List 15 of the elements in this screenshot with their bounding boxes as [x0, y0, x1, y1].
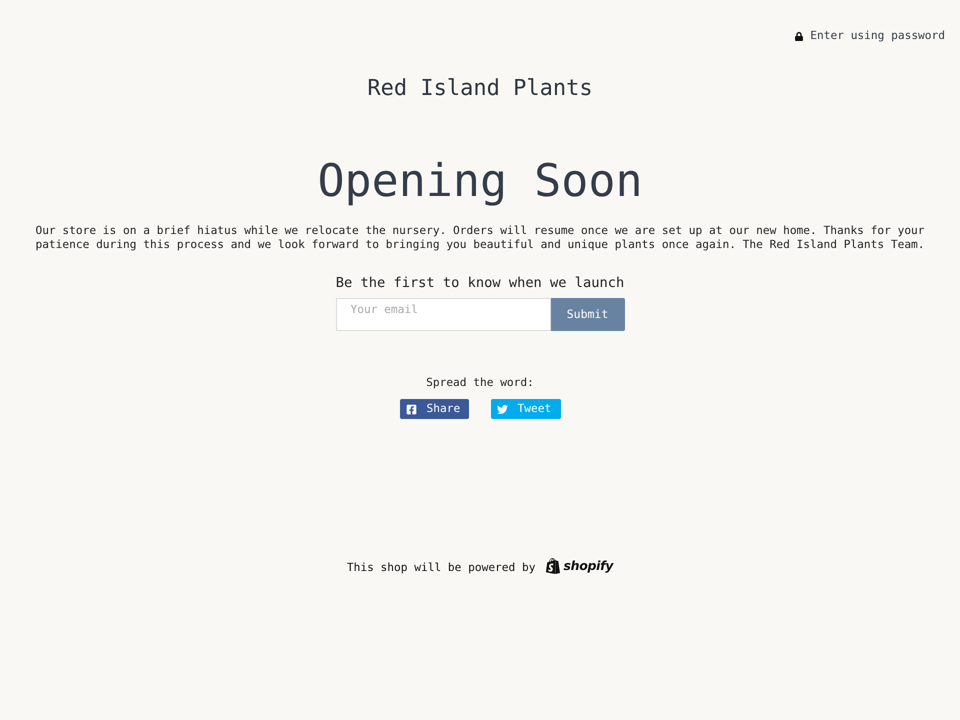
bird-icon — [496, 404, 508, 414]
submit-button[interactable]: Submit — [550, 298, 624, 331]
share-label: Spread the word: — [426, 376, 534, 390]
password-link[interactable]: Enter using password — [795, 29, 945, 43]
logo-link[interactable]: shopify — [545, 557, 614, 575]
powered-by-text: This shop will be powered by — [346, 560, 536, 574]
signup-heading: Be the first to know when we launch — [336, 274, 624, 292]
message-paragraph: Our store is on a brief hiatus while we relocate the nursery. Orders will resume once we are set up at our new home. Thanks for your patience during this process and we look forward to bringing you beautiful and unique plants once again. The Red Island Plants Team. — [34, 224, 926, 252]
headline: Opening Soon — [317, 154, 643, 208]
lock-icon — [795, 32, 804, 40]
f-logo-icon — [406, 404, 416, 414]
store-name: Red Island Plants — [367, 76, 593, 102]
share-button[interactable]: Share — [400, 399, 468, 419]
email-field[interactable]: Your email — [336, 298, 550, 331]
shopping-bag-icon — [545, 557, 562, 575]
